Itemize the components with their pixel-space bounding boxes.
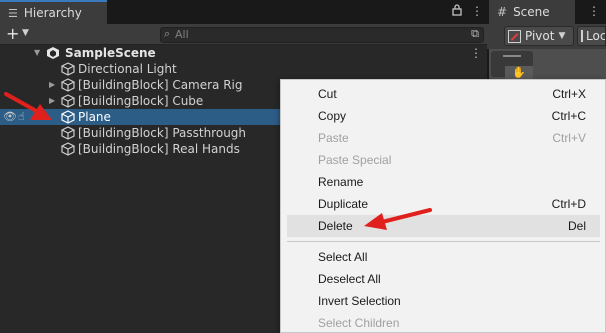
menu-item-copy[interactable]: Copy Ctrl+C [281,105,606,127]
pivot-label: Pivot [525,29,555,43]
search-placeholder: All [175,28,189,41]
menu-item-shortcut: Ctrl+X [552,87,586,101]
menu-item-paste: Paste Ctrl+V [281,127,606,149]
scene-root-row[interactable]: ▼ SampleScene ⋮ [0,45,487,61]
scene-kebab-icon[interactable]: ⋮ [470,45,482,61]
gameobject-cube-icon [61,78,75,92]
scene-name: SampleScene [65,46,156,60]
scene-tab[interactable]: # Scene [489,0,575,24]
menu-item-label: Select Children [318,316,400,330]
annotation-arrow-icon [364,208,432,230]
menu-item-label: Delete [318,219,353,233]
hierarchy-item-label: Plane [78,110,111,124]
menu-item-shortcut: Ctrl+C [551,109,586,123]
menu-item-shortcut: Ctrl+D [551,197,586,211]
hierarchy-item-label: [BuildingBlock] Cube [78,94,204,108]
local-dropdown[interactable]: Local [577,26,606,46]
menu-item-label: Cut [318,87,337,101]
hierarchy-tab-bar: ☰ Hierarchy ⋮ [0,0,487,24]
gameobject-cube-icon [61,110,75,124]
pivot-dropdown[interactable]: Pivot ▼ [504,26,574,46]
pivot-icon [508,29,521,43]
hierarchy-toolbar: + ▼ ⌕ All ⧉ [0,24,487,45]
chevron-down-icon: ▼ [558,31,566,41]
menu-item-label: Invert Selection [318,294,401,308]
hierarchy-search-input[interactable]: ⌕ All ⧉ [160,27,484,43]
hierarchy-list-icon: ☰ [8,6,18,20]
menu-item-label: Copy [318,109,347,123]
scene-tab-label: Scene [513,5,550,19]
hand-tool-icon[interactable]: ✋ [505,66,533,80]
menu-item-shortcut: Del [567,219,586,233]
chevron-down-icon[interactable]: ▼ [22,28,29,38]
gameobject-cube-icon [61,142,75,156]
lock-icon[interactable] [452,4,462,19]
search-icon: ⌕ [164,27,171,40]
hierarchy-tab[interactable]: ☰ Hierarchy [0,0,107,24]
menu-item-deselect-all[interactable]: Deselect All [281,268,606,290]
gameobject-cube-icon [61,126,75,140]
menu-item-select-all[interactable]: Select All [281,246,606,268]
menu-item-label: Rename [318,175,364,189]
gameobject-cube-icon [61,94,75,108]
menu-item-shortcut: Ctrl+V [552,131,586,145]
menu-item-cut[interactable]: Cut Ctrl+X [281,83,606,105]
menu-separator [287,241,600,242]
menu-item-delete[interactable]: Delete Del [287,215,600,237]
hierarchy-item-label: [BuildingBlock] Real Hands [78,142,240,156]
kebab-menu-icon[interactable]: ⋮ [588,4,600,18]
menu-item-label: Paste Special [318,153,392,167]
menu-item-label: Select All [318,250,368,264]
menu-item-invert-selection[interactable]: Invert Selection [281,290,606,312]
create-plus-button[interactable]: + [6,24,19,44]
drag-handle[interactable] [503,55,521,57]
hierarchy-item-label: Directional Light [78,62,177,76]
hierarchy-item[interactable]: Directional Light [0,61,487,77]
grid-icon: # [497,5,508,19]
menu-item-label: Paste [318,131,349,145]
menu-item-rename[interactable]: Rename [281,171,606,193]
menu-item-paste-special: Paste Special [281,149,606,171]
gameobject-cube-icon [61,62,75,76]
search-filter-icon[interactable]: ⧉ [471,27,479,41]
hierarchy-item-label: [BuildingBlock] Camera Rig [78,78,243,92]
local-cube-icon [581,30,583,42]
menu-item-duplicate[interactable]: Duplicate Ctrl+D [281,193,606,215]
annotation-arrow-icon [4,92,52,120]
hierarchy-tab-label: Hierarchy [23,6,82,20]
kebab-menu-icon[interactable]: ⋮ [471,4,483,18]
hierarchy-item-label: [BuildingBlock] Passthrough [78,126,247,140]
menu-item-select-children: Select Children [281,312,606,333]
unity-scene-icon [47,47,59,59]
expand-down-icon[interactable]: ▼ [34,45,40,61]
menu-item-label: Deselect All [318,272,381,286]
context-menu: Cut Ctrl+X Copy Ctrl+C Paste Ctrl+V Past… [280,79,606,333]
local-label: Local [586,29,606,43]
